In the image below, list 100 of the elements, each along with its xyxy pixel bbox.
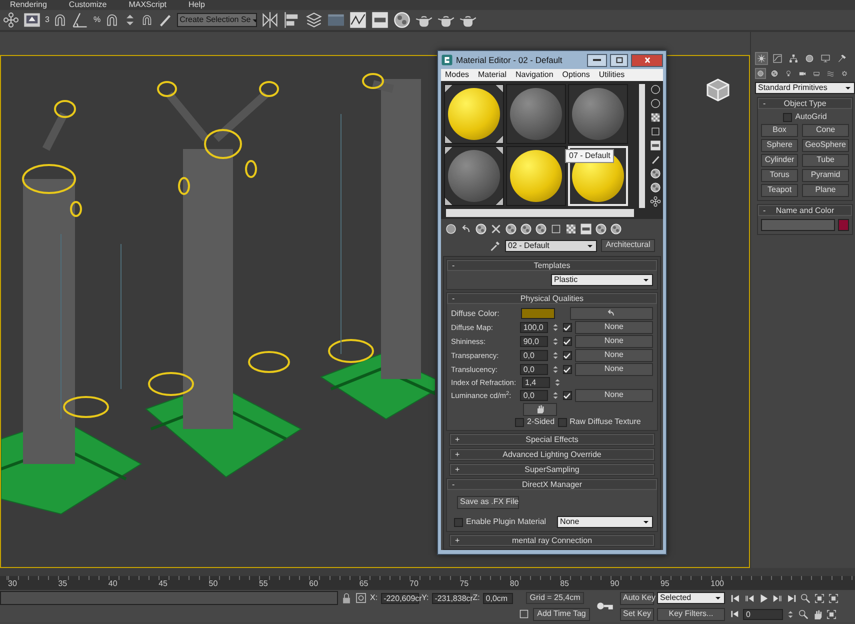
- hierarchy-icon[interactable]: [787, 52, 800, 65]
- menu-item[interactable]: Utilities: [598, 69, 625, 81]
- timeline-ruler[interactable]: 30 35 40 45 50 55 60 65 70 75 80 85 90 95 100: [0, 568, 855, 590]
- spinner-icon[interactable]: [550, 323, 560, 332]
- disc-icon[interactable]: [803, 52, 816, 65]
- checkbox[interactable]: [562, 351, 572, 360]
- rollout-header[interactable]: + Advanced Lighting Override: [450, 449, 654, 460]
- primitive-button[interactable]: Torus: [761, 169, 798, 182]
- spheres-icon[interactable]: [650, 168, 661, 179]
- minimize-button[interactable]: [587, 54, 607, 66]
- panel-icon[interactable]: [370, 11, 389, 29]
- value-field[interactable]: 90,0: [520, 336, 548, 347]
- spheres-icon[interactable]: [535, 223, 547, 235]
- rollout-header[interactable]: - Physical Qualities: [447, 293, 657, 304]
- rollout-header[interactable]: + Special Effects: [450, 434, 654, 445]
- star-icon[interactable]: [755, 52, 768, 65]
- spinner-icon[interactable]: [550, 365, 560, 374]
- waves-icon[interactable]: [825, 68, 836, 79]
- value-field[interactable]: 100,0: [520, 322, 548, 333]
- value-field[interactable]: 0,0: [520, 350, 548, 361]
- material-type-button[interactable]: Architectural: [601, 239, 655, 252]
- circle-icon[interactable]: [650, 84, 661, 95]
- material-name-field[interactable]: 02 - Default: [505, 240, 597, 252]
- value-field[interactable]: 0,0: [520, 364, 548, 375]
- spheres-icon[interactable]: [392, 11, 411, 29]
- spheres-icon[interactable]: [475, 223, 487, 235]
- vertical-scrollbar[interactable]: [639, 84, 645, 208]
- mirror-icon[interactable]: [260, 11, 279, 29]
- magnet-icon[interactable]: [53, 13, 68, 27]
- menu-item[interactable]: Modes: [445, 69, 470, 81]
- menu-item[interactable]: Navigation: [515, 69, 554, 81]
- magnet-icon[interactable]: [104, 13, 119, 27]
- coordinate-field[interactable]: 0,0cm: [482, 592, 513, 604]
- spinner-icon[interactable]: [550, 351, 560, 360]
- panel-icon[interactable]: [580, 223, 592, 235]
- set-key-button[interactable]: Set Key: [620, 608, 654, 620]
- primitive-button[interactable]: Tube: [802, 154, 849, 167]
- primitive-button[interactable]: Cylinder: [761, 154, 798, 167]
- layers-icon[interactable]: [304, 11, 323, 29]
- template-dropdown[interactable]: Plastic: [551, 274, 653, 286]
- checkbox[interactable]: [562, 391, 572, 400]
- close-button[interactable]: [631, 54, 663, 66]
- zoom-icon[interactable]: [800, 592, 811, 604]
- spinner-icon[interactable]: [553, 378, 562, 387]
- checker-icon[interactable]: [650, 112, 661, 123]
- circle-icon[interactable]: [650, 98, 661, 109]
- checkbox[interactable]: [562, 323, 572, 332]
- map-button[interactable]: None: [574, 335, 653, 348]
- spheres-icon[interactable]: [505, 223, 517, 235]
- curve-icon[interactable]: [771, 52, 784, 65]
- link-icon[interactable]: [650, 196, 661, 207]
- key-filters-button[interactable]: Key Filters...: [657, 608, 725, 620]
- value-field[interactable]: 1,4: [522, 377, 550, 388]
- link-icon[interactable]: [3, 12, 19, 28]
- rollout-header[interactable]: - DirectX Manager: [447, 479, 657, 490]
- square-icon[interactable]: [650, 126, 661, 137]
- absolute-mode-icon[interactable]: [355, 592, 367, 604]
- spinner-icon[interactable]: [786, 610, 795, 618]
- map-button[interactable]: None: [574, 321, 653, 334]
- square-icon[interactable]: [550, 223, 562, 235]
- rollout-header[interactable]: + mental ray Connection: [450, 535, 654, 546]
- shapes-icon[interactable]: [769, 68, 780, 79]
- checkbox[interactable]: [454, 518, 463, 526]
- spinner-icon[interactable]: [550, 391, 560, 400]
- snap-label[interactable]: %: [93, 15, 101, 25]
- spheres-icon[interactable]: [650, 182, 661, 193]
- hand-icon[interactable]: [812, 608, 823, 620]
- angle-icon[interactable]: [71, 11, 90, 29]
- checkbox[interactable]: [783, 112, 792, 122]
- arrow-icon[interactable]: [460, 223, 472, 235]
- plugin-dropdown[interactable]: None: [557, 516, 653, 528]
- checkbox[interactable]: [558, 418, 567, 426]
- cube-icon[interactable]: [706, 78, 730, 102]
- horizontal-scrollbar[interactable]: [446, 209, 634, 217]
- primitive-button[interactable]: Cone: [802, 124, 849, 137]
- delete-icon[interactable]: [490, 223, 502, 235]
- frame-icon[interactable]: [814, 592, 825, 604]
- gear-icon[interactable]: [839, 68, 850, 79]
- checkbox[interactable]: [515, 418, 524, 426]
- category-dropdown[interactable]: Standard Primitives: [755, 82, 855, 94]
- map-button[interactable]: None: [574, 363, 653, 376]
- window-icon[interactable]: [23, 11, 41, 29]
- auto-key-button[interactable]: Auto Key: [620, 592, 654, 604]
- zoom-icon[interactable]: [798, 608, 809, 620]
- color-swatch[interactable]: [521, 308, 555, 319]
- value-field[interactable]: 0,0: [520, 390, 548, 401]
- eyedropper-icon[interactable]: [489, 240, 501, 252]
- rollout-header[interactable]: - Object Type: [758, 98, 852, 109]
- rollout-header[interactable]: - Templates: [447, 260, 657, 271]
- rollout-header[interactable]: + SuperSampling: [450, 464, 654, 475]
- sphere-icon[interactable]: [755, 68, 766, 79]
- spinner-icon[interactable]: [550, 337, 560, 346]
- primitive-button[interactable]: Box: [761, 124, 798, 137]
- snap-label[interactable]: 3: [45, 15, 50, 25]
- save-button[interactable]: Save as .FX File: [457, 496, 519, 509]
- magnet-icon[interactable]: [140, 14, 153, 26]
- primitive-button[interactable]: Sphere: [761, 139, 798, 152]
- primitive-button[interactable]: GeoSphere: [802, 139, 849, 152]
- rollout-header[interactable]: - Name and Color: [758, 205, 852, 216]
- maximize-button[interactable]: [610, 54, 628, 66]
